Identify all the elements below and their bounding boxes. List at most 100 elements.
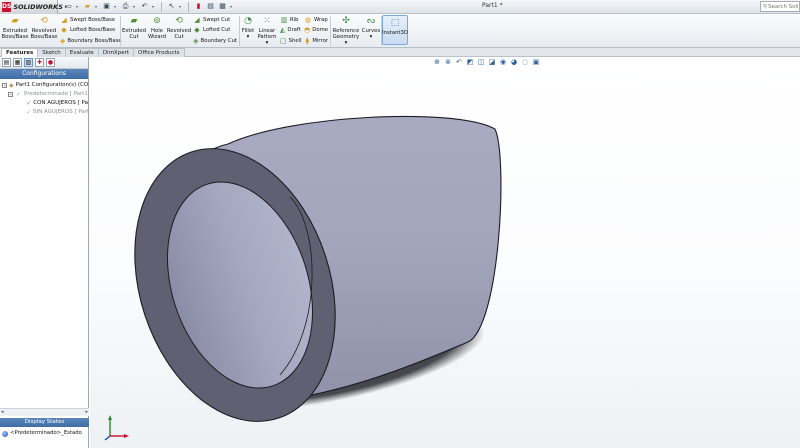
extruded-cut-button[interactable]: ▰ Extruded Cut <box>121 14 147 47</box>
chevron-down-icon[interactable]: ▾ <box>152 4 156 9</box>
tab-sketch[interactable]: Sketch <box>37 48 66 57</box>
tree-item-sin-label: SIN AGUJEROS [ Part <box>33 109 88 115</box>
graphics-area[interactable]: ⊕ ⊗ ↶ ◩ ◫ ◪ ◉ ◕ ◌ ▣ <box>90 57 800 448</box>
dome-button[interactable]: ◓ Dome <box>304 25 328 35</box>
tab-evaluate[interactable]: Evaluate <box>64 48 99 57</box>
chevron-down-icon[interactable]: ▾ <box>370 34 373 40</box>
revolved-cut-button[interactable]: ⟲ Revolved Cut <box>167 14 191 47</box>
x-axis-arrow <box>124 434 129 438</box>
instant3d-label: Instant3D <box>382 30 408 36</box>
wrap-label: Wrap <box>314 17 328 24</box>
mirror-icon: ⧫ <box>305 36 309 45</box>
new-document-icon[interactable]: ▭ <box>64 2 73 11</box>
scroll-left-icon[interactable]: ◂ <box>1 409 4 416</box>
boundary-boss-button[interactable]: ◈ Boundary Boss/Base <box>60 36 122 46</box>
mirror-button[interactable]: ⧫ Mirror <box>304 36 328 46</box>
extruded-boss-button[interactable]: ▰ Extruded Boss/Base <box>0 14 30 47</box>
tree-root[interactable]: − ◈ Part1 Configuration(s) (CO <box>2 81 88 90</box>
lofted-boss-button[interactable]: ◆ Lofted Boss/Base <box>60 25 118 35</box>
hole-wizard-label: Hole Wizard <box>147 28 167 40</box>
boundary-boss-icon: ◈ <box>60 36 66 45</box>
chevron-down-icon[interactable]: ▾ <box>230 4 234 9</box>
options-icon[interactable]: ▦ <box>218 2 227 11</box>
lofted-boss-icon: ◆ <box>61 26 67 35</box>
extruded-boss-icon: ▰ <box>11 16 19 26</box>
chevron-down-icon[interactable]: ▾ <box>114 4 118 9</box>
tab-dimxpert[interactable]: DimXpert <box>97 48 134 57</box>
feature-manager-icon[interactable]: ▤ <box>2 58 11 67</box>
tree-item-con-label: CON AGUJEROS [ Pa <box>33 100 88 106</box>
reference-geometry-label: Reference Geometry <box>332 28 360 40</box>
solidworks-menu-button[interactable]: DS SOLIDWORKS ▸ <box>0 0 67 14</box>
dome-label: Dome <box>312 27 328 34</box>
tree-item-sin-agujeros[interactable]: ✓ SIN AGUJEROS [ Part <box>2 108 88 117</box>
chevron-down-icon[interactable]: ▾ <box>247 34 250 40</box>
tube-model[interactable] <box>90 57 800 448</box>
shell-label: Shell <box>288 37 302 44</box>
tab-features[interactable]: Features <box>1 48 39 57</box>
display-manager-icon[interactable]: ● <box>46 58 55 67</box>
rebuild-icon[interactable]: ▮ <box>194 2 203 11</box>
property-manager-icon[interactable]: ▦ <box>13 58 22 67</box>
title-bar: DS SOLIDWORKS ▸ ▭ ▾ ▰ ▾ ▣ ▾ ⎙ ▾ ↶ ▾ ↖ ▾ … <box>0 0 800 14</box>
tree-item-default[interactable]: − ✓ Predeterminado [ Part1 <box>2 90 88 99</box>
revolved-cut-icon: ⟲ <box>175 16 183 26</box>
chevron-down-icon[interactable]: ▾ <box>345 40 348 46</box>
swept-boss-button[interactable]: ◢ Swept Boss/Base <box>60 15 118 25</box>
save-icon[interactable]: ▣ <box>102 2 111 11</box>
file-properties-icon[interactable]: ▤ <box>206 2 215 11</box>
chevron-down-icon[interactable]: ▾ <box>95 4 99 9</box>
revolved-boss-button[interactable]: ⟲ Revolved Boss/Base <box>30 14 58 47</box>
fillet-button[interactable]: ◔ Fillet ▾ <box>240 14 256 47</box>
draft-button[interactable]: ◭ Draft <box>280 25 301 35</box>
undo-icon[interactable]: ↶ <box>140 2 149 11</box>
chevron-down-icon[interactable]: ▾ <box>179 4 183 9</box>
rib-button[interactable]: ▥ Rib <box>280 15 300 25</box>
lofted-boss-label: Lofted Boss/Base <box>70 27 116 34</box>
chevron-down-icon[interactable]: ▾ <box>266 40 269 46</box>
dimxpert-manager-icon[interactable]: ✚ <box>35 58 44 67</box>
horizontal-scrollbar[interactable]: ◂ ▸ <box>0 408 89 416</box>
scroll-right-icon[interactable]: ▸ <box>85 409 88 416</box>
search-field[interactable]: ⚲ Search Soli <box>760 1 800 12</box>
select-cursor-icon[interactable]: ↖ <box>167 2 176 11</box>
extruded-cut-icon: ▰ <box>130 16 138 26</box>
display-state-icon <box>2 430 8 437</box>
command-manager-tabs: Features Sketch Evaluate DimXpert Office… <box>0 48 800 57</box>
hole-wizard-button[interactable]: ⊚ Hole Wizard <box>147 14 167 47</box>
chevron-down-icon[interactable]: ▾ <box>133 4 137 9</box>
print-icon[interactable]: ⎙ <box>121 2 130 11</box>
collapse-icon[interactable]: − <box>2 83 7 88</box>
chevron-down-icon[interactable]: ▾ <box>76 4 80 9</box>
swept-boss-icon: ◢ <box>61 16 67 25</box>
brand-label: SOLIDWORKS <box>13 2 63 11</box>
open-folder-icon[interactable]: ▰ <box>83 2 92 11</box>
rib-label: Rib <box>290 17 299 24</box>
swept-cut-button[interactable]: ◢ Swept Cut <box>193 15 237 25</box>
tree-item-con-agujeros[interactable]: ✓ CON AGUJEROS [ Pa <box>2 99 88 108</box>
reference-geometry-button[interactable]: ✣ Reference Geometry ▾ <box>331 14 361 47</box>
lofted-cut-button[interactable]: ◆ Lofted Cut <box>193 25 237 35</box>
linear-pattern-button[interactable]: ⁙ Linear Pattern ▾ <box>256 14 278 47</box>
tree-root-label: Part1 Configuration(s) (CO <box>15 82 88 88</box>
boundary-boss-label: Boundary Boss/Base <box>67 37 122 44</box>
collapse-icon[interactable]: − <box>8 92 13 97</box>
toolbar-separator <box>161 1 162 12</box>
revolved-boss-icon: ⟲ <box>40 16 48 26</box>
mirror-label: Mirror <box>312 37 328 44</box>
shell-button[interactable]: ▢ Shell <box>280 36 302 46</box>
search-placeholder: Search Soli <box>768 3 799 10</box>
instant3d-button[interactable]: ⬚ Instant3D <box>382 15 408 45</box>
display-state-item[interactable]: <Predeterminado>_Estado <box>2 429 88 438</box>
configuration-icon: ✓ <box>15 91 22 98</box>
draft-icon: ◭ <box>280 26 286 35</box>
configuration-manager-icon[interactable]: ▧ <box>24 58 33 67</box>
wrap-button[interactable]: ◍ Wrap <box>304 15 328 25</box>
reference-triad[interactable] <box>102 412 132 442</box>
tab-office-products[interactable]: Office Products <box>133 48 185 57</box>
linear-pattern-label: Linear Pattern <box>257 28 277 40</box>
boundary-cut-button[interactable]: ◈ Boundary Cut <box>193 36 237 46</box>
boundary-cut-icon: ◈ <box>193 36 199 45</box>
curves-button[interactable]: ᔓ Curves ▾ <box>361 14 381 47</box>
y-axis-arrow <box>108 415 112 420</box>
